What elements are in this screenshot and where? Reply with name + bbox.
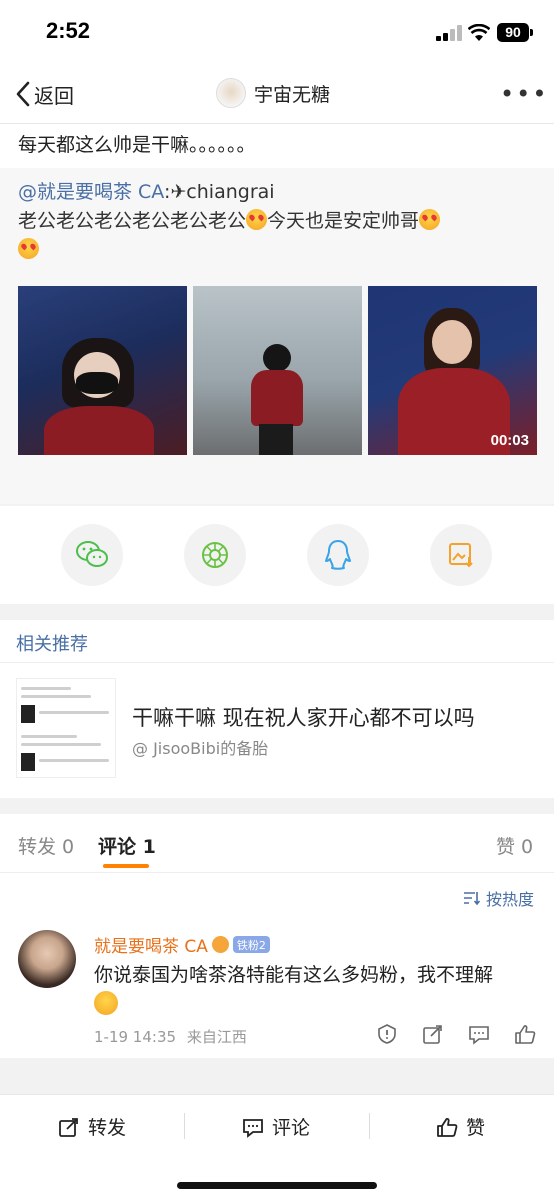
post-text: 每天都这么帅是干嘛。。。。。。 bbox=[18, 134, 256, 156]
post-card: 每天都这么帅是干嘛。。。。。。 @就是要喝茶 CA:✈chiangrai 老公老… bbox=[0, 124, 554, 539]
photo-face bbox=[263, 344, 291, 372]
chevron-left-icon bbox=[16, 81, 30, 107]
like-label: 赞 bbox=[466, 1117, 486, 1139]
tab-comments[interactable]: 评论 1 bbox=[98, 832, 156, 859]
status-bar: 2:52 90 bbox=[0, 0, 554, 64]
comment-icon[interactable] bbox=[468, 1023, 490, 1045]
photo-mask bbox=[76, 372, 118, 394]
mini-line bbox=[21, 735, 77, 738]
back-button[interactable]: 返回 bbox=[14, 78, 74, 110]
related-thumbnail[interactable] bbox=[16, 678, 116, 778]
comment-actions bbox=[376, 1023, 536, 1045]
cellular-signal-icon bbox=[436, 25, 462, 41]
photo-thumbnail[interactable] bbox=[193, 286, 362, 455]
image-grid: 00:03 bbox=[18, 286, 537, 455]
home-indicator[interactable] bbox=[177, 1182, 377, 1189]
comment-body: 你说泰国为啥茶洛特能有这么多妈粉，我不理解 bbox=[94, 964, 494, 986]
share-wechat-button[interactable] bbox=[61, 524, 123, 586]
active-tab-indicator bbox=[103, 864, 149, 868]
photo-thumbnail[interactable] bbox=[18, 286, 187, 455]
repost-text: @就是要喝茶 CA:✈chiangrai 老公老公老公老公老公老公 今天也是安定帅… bbox=[18, 178, 538, 265]
photo-jacket bbox=[44, 406, 154, 455]
divider bbox=[0, 872, 554, 873]
wifi-icon bbox=[468, 24, 490, 41]
comment-icon bbox=[243, 1118, 263, 1138]
repost-button[interactable]: 转发 bbox=[58, 1113, 126, 1140]
report-icon[interactable] bbox=[376, 1023, 398, 1045]
photo-legs bbox=[259, 424, 293, 455]
photo-jacket bbox=[251, 370, 303, 426]
comment-username-text: 就是要喝茶 CA bbox=[94, 937, 208, 957]
fan-medal-icon bbox=[211, 936, 229, 953]
divider bbox=[0, 662, 554, 663]
mini-image bbox=[21, 705, 35, 723]
avatar[interactable] bbox=[216, 78, 246, 108]
like-button[interactable]: 赞 bbox=[436, 1113, 485, 1140]
repost-label: 转发 bbox=[88, 1117, 127, 1139]
thinking-face-emoji-icon bbox=[94, 991, 118, 1015]
moments-icon bbox=[202, 542, 228, 568]
save-image-button[interactable] bbox=[430, 524, 492, 586]
divider bbox=[369, 1113, 370, 1139]
qq-icon bbox=[325, 540, 351, 570]
share-row bbox=[0, 506, 554, 604]
video-thumbnail[interactable]: 00:03 bbox=[368, 286, 537, 455]
nav-title: 宇宙无糖 bbox=[254, 83, 331, 106]
share-qq-button[interactable] bbox=[307, 524, 369, 586]
repost-icon[interactable] bbox=[422, 1023, 444, 1045]
mini-line bbox=[21, 687, 71, 690]
mention-link[interactable]: @就是要喝茶 CA bbox=[18, 181, 164, 203]
repost-body-2: 今天也是安定帅哥 bbox=[267, 210, 420, 232]
status-time: 2:52 bbox=[46, 18, 91, 43]
avatar[interactable] bbox=[18, 930, 76, 988]
comments-section: 转发 0 评论 1 赞 0 按热度 就是要喝茶 CA 铁粉2 你说泰国为啥茶洛特… bbox=[0, 814, 554, 1058]
comment-username[interactable]: 就是要喝茶 CA 铁粉2 bbox=[94, 932, 270, 957]
repost-location: :✈chiangrai bbox=[163, 181, 275, 203]
tab-likes[interactable]: 赞 0 bbox=[496, 832, 533, 859]
mini-line bbox=[21, 695, 91, 698]
sort-button[interactable]: 按热度 bbox=[462, 886, 534, 910]
comment-button[interactable]: 评论 bbox=[242, 1113, 310, 1140]
tab-reposts[interactable]: 转发 0 bbox=[18, 832, 74, 859]
top-nav-bar: 返回 宇宙无糖 ••• bbox=[0, 64, 554, 124]
divider bbox=[184, 1113, 185, 1139]
sort-icon bbox=[464, 892, 480, 906]
mini-image bbox=[21, 753, 35, 771]
more-options-button[interactable]: ••• bbox=[500, 82, 548, 106]
thumbs-up-icon[interactable] bbox=[514, 1023, 536, 1045]
wechat-icon bbox=[76, 541, 108, 567]
repost-icon bbox=[59, 1117, 78, 1137]
repost-body-1: 老公老公老公老公老公老公 bbox=[18, 210, 247, 232]
comment-label: 评论 bbox=[272, 1117, 311, 1139]
heart-eyes-emoji-icon bbox=[246, 209, 268, 230]
photo-face bbox=[432, 320, 472, 364]
mini-line bbox=[21, 743, 101, 746]
comment-source: 来自江西 bbox=[186, 1028, 247, 1046]
reposted-content[interactable]: @就是要喝茶 CA:✈chiangrai 老公老公老公老公老公老公 今天也是安定帅… bbox=[0, 168, 554, 539]
related-headline[interactable]: 干嘛干嘛 现在祝人家开心都不可以吗 bbox=[132, 702, 475, 732]
fan-badge: 铁粉2 bbox=[232, 936, 270, 953]
heart-eyes-emoji-icon bbox=[419, 209, 441, 230]
comment-time: 1-19 14:35 bbox=[94, 1028, 177, 1046]
video-duration: 00:03 bbox=[490, 432, 529, 449]
comment-meta: 1-19 14:35 来自江西 bbox=[94, 1026, 247, 1047]
share-moments-button[interactable] bbox=[184, 524, 246, 586]
thumbs-up-icon bbox=[437, 1117, 458, 1137]
mini-line bbox=[39, 711, 109, 714]
mini-line bbox=[39, 759, 109, 762]
related-title: 相关推荐 bbox=[16, 634, 88, 655]
sort-label: 按热度 bbox=[486, 890, 535, 909]
heart-eyes-emoji-icon bbox=[18, 238, 39, 259]
save-image-icon bbox=[449, 543, 473, 568]
back-label: 返回 bbox=[34, 83, 74, 108]
related-source: @ JisooBibi的备胎 bbox=[132, 739, 269, 758]
fan-badge-label: 铁粉2 bbox=[236, 938, 266, 952]
comment-text: 你说泰国为啥茶洛特能有这么多妈粉，我不理解 bbox=[94, 960, 534, 1020]
battery-tip bbox=[530, 29, 533, 36]
battery-indicator: 90 bbox=[497, 23, 529, 42]
nav-user[interactable]: 宇宙无糖 bbox=[216, 78, 330, 108]
related-section: 相关推荐 干嘛干嘛 现在祝人家开心都不可以吗 @ JisooBibi的备胎 bbox=[0, 620, 554, 798]
